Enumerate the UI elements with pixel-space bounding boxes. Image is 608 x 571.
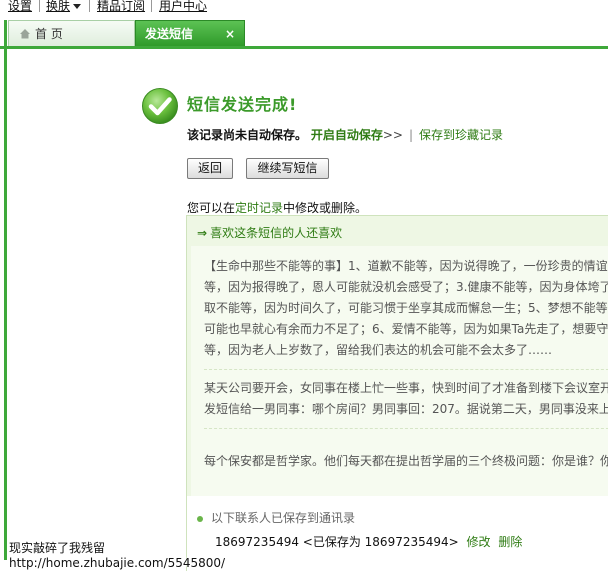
recommendations-list: 【生命中那些不能等的事】1、道歉不能等，因为说得晚了，一份珍贵的情谊 等，因为报… (191, 246, 608, 497)
success-title: 短信发送完成! (187, 95, 298, 114)
recommendation-item-1-line[interactable]: 【生命中那些不能等的事】1、道歉不能等，因为说得晚了，一份珍贵的情谊 (204, 256, 608, 276)
menu-separator (151, 0, 152, 12)
menu-user-center[interactable]: 用户中心 (159, 0, 207, 14)
recommendation-item-1-line[interactable]: 等，因为老人上岁数了，留给我们表达的机会可能不会太多了…… (204, 340, 552, 360)
scheduled-records-link[interactable]: 定时记录 (235, 201, 283, 215)
separator: | (408, 128, 414, 142)
recommendation-item-1-line[interactable]: 等，因为报得晚了，恩人可能就没机会感受了；3.健康不能等，因为身体垮了 (204, 277, 608, 297)
not-saved-text: 该记录尚未自动保存。 (187, 128, 308, 142)
contact-entry-text: 18697235494 <已保存为 18697235494> (215, 535, 459, 549)
recommendation-item-3-line[interactable]: 每个保安都是哲学家。他们每天都在提出哲学届的三个终极问题：你是谁？你 (204, 451, 608, 471)
close-icon[interactable]: × (225, 21, 235, 47)
arrows: >> (382, 128, 403, 142)
checkmark-icon (141, 87, 179, 125)
contacts-saved-box: 以下联系人已保存到通讯录 18697235494 <已保存为 186972354… (186, 496, 608, 571)
contacts-heading: 以下联系人已保存到通讯录 (197, 509, 355, 526)
recommendations-heading: ⇒ 喜欢这条短信的人还喜欢 (197, 224, 342, 241)
contacts-heading-text: 以下联系人已保存到通讯录 (211, 511, 356, 525)
save-status-line: 该记录尚未自动保存。 开启自动保存>> | 保存到珍藏记录 (187, 126, 503, 143)
divider (204, 428, 608, 429)
menu-settings[interactable]: 设置 (8, 0, 32, 14)
watermark: 现实敲碎了我残留 http://home.zhubajie.com/554580… (9, 541, 225, 571)
tab-send-sms[interactable]: 发送短信 × (135, 20, 245, 46)
edit-note-suffix: 中修改或删除。 (283, 201, 368, 215)
watermark-url: http://home.zhubajie.com/5545800/ (9, 556, 226, 570)
edit-contact-link[interactable]: 修改 (467, 535, 491, 549)
contact-entry: 18697235494 <已保存为 18697235494> 修改 删除 (215, 533, 522, 550)
continue-writing-button[interactable]: 继续写短信 (246, 158, 329, 179)
menu-separator (89, 0, 90, 12)
recommendation-item-1-line[interactable]: 取不能等，因为时间久了，可能习惯于坐享其成而懈怠一生；5、梦想不能等 (204, 298, 608, 318)
enable-auto-save-link[interactable]: 开启自动保存 (311, 128, 383, 142)
menu-skin-label: 换肤 (46, 0, 71, 13)
edit-note-prefix: 您可以在 (187, 201, 236, 215)
tab-bar: 首 页 发送短信 × (0, 18, 608, 49)
tab-send-sms-label: 发送短信 (145, 27, 194, 41)
delete-contact-link[interactable]: 删除 (498, 535, 522, 549)
chevron-down-icon (73, 4, 82, 9)
house-icon (19, 22, 31, 48)
arrow-right-icon: ⇒ (197, 226, 208, 240)
tab-home-label: 首 页 (35, 27, 63, 41)
menu-separator (39, 0, 40, 12)
recommendation-item-2-line[interactable]: 发短信给一男同事：哪个房间？男同事回：207。据说第二天，男同事没来上 (204, 399, 608, 419)
watermark-line-1: 现实敲碎了我残留 (9, 541, 106, 555)
recommendation-item-2-line[interactable]: 某天公司要开会，女同事在楼上忙一些事，快到时间了才准备到楼下会议室开 (204, 378, 608, 398)
bullet-icon (197, 515, 203, 522)
top-menu: 设置 换肤 精品订阅 用户中心 (0, 0, 608, 16)
save-to-favorites-link[interactable]: 保存到珍藏记录 (419, 128, 503, 142)
menu-skin[interactable]: 换肤 (46, 0, 82, 14)
divider (204, 369, 608, 370)
back-button[interactable]: 返回 (187, 158, 233, 179)
recommendations-panel: ⇒ 喜欢这条短信的人还喜欢 【生命中那些不能等的事】1、道歉不能等，因为说得晚了，… (186, 215, 608, 497)
recommendations-heading-text: 喜欢这条短信的人还喜欢 (210, 226, 343, 240)
menu-premium-subscription[interactable]: 精品订阅 (97, 0, 145, 14)
frame-border (4, 20, 7, 560)
tab-home[interactable]: 首 页 (8, 20, 135, 46)
recommendation-item-1-line[interactable]: 可能也早就心有余而力不足了；6、爱情不能等，因为如果Ta先走了，想要守 (204, 319, 608, 339)
edit-note: 您可以在定时记录中修改或删除。 (187, 199, 367, 216)
